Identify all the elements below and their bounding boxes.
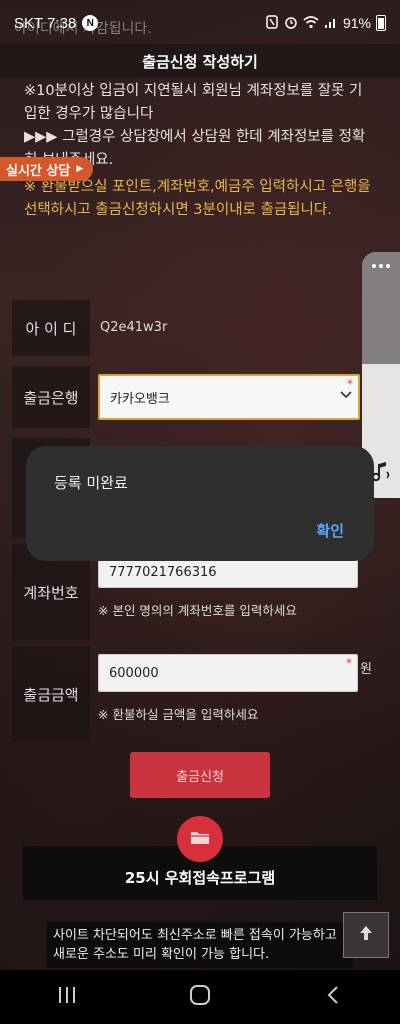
status-bar: SKT 7:38 N 91% [0,0,400,46]
battery-icon [376,15,386,31]
account-input-value: 7777021766316 [109,564,217,580]
notice-block: ※10분이상 입금이 지연될시 회원님 계좌정보를 잘못 기입한 경우가 많습니… [24,80,374,222]
dialog-confirm-button[interactable]: 확인 [316,520,344,541]
amount-label: 출금금액 [12,646,90,742]
wifi-icon [303,15,319,32]
notice-warning: ※ 환불받으실 포인트,계좌번호,예금주 입력하시고 은행을 선택하시고 출금신… [24,179,371,218]
dialog-message: 등록 미완료 [54,474,128,492]
withdraw-submit-button[interactable]: 출금신청 [130,752,270,798]
amount-input-value: 600000 [109,665,159,681]
folder-icon [190,829,210,849]
home-icon [189,984,211,1010]
live-chat-label: 실시간 상담 [6,163,71,179]
page-title: 출금신청 작성하기 [0,44,400,78]
arrow-up-icon [357,924,375,946]
recent-apps-icon [57,986,77,1008]
status-time: SKT 7:38 [14,14,77,32]
notification-n-icon: N [82,15,99,31]
program-description: 사이트 차단되어도 최신주소로 빠른 접속이 가능하고 새로운 주소도 미리 확… [47,922,353,968]
alarm-icon [284,15,298,32]
amount-unit: 원 [360,662,372,677]
alert-dialog: 등록 미완료 확인 [26,446,374,561]
recent-apps-button[interactable] [37,977,97,1017]
scroll-to-top-button[interactable] [343,912,389,958]
home-button[interactable] [170,977,230,1017]
account-hint: ※ 본인 명의의 계좌번호를 입력하세요 [98,603,297,618]
back-button[interactable] [303,977,363,1017]
folder-button[interactable] [177,816,223,862]
notice-line-1: ※10분이상 입금이 지연될시 회원님 계좌정보를 잘못 기입한 경우가 많습니… [24,83,363,122]
id-label: 아 이 디 [12,300,90,356]
side-panel-menu[interactable] [362,252,400,364]
signal-icon [324,15,338,32]
id-value: Q2e41w3r [100,320,168,335]
nfc-icon [265,14,279,32]
chevron-down-icon [340,388,352,402]
live-chat-arrow-icon: ▶ [76,164,84,174]
form-row-bank: 출금은행 카카오뱅크 * [12,366,386,428]
back-icon [326,985,340,1009]
system-nav-bar [0,970,400,1024]
amount-input[interactable]: 600000 * [98,654,358,692]
form-row-id: 아 이 디 Q2e41w3r [12,300,386,356]
bank-select[interactable]: 카카오뱅크 * [98,374,360,420]
form-row-amount: 출금금액 600000 * 원 ※ 환불하실 금액을 입력하세요 [12,646,386,742]
battery-text: 91% [342,15,371,31]
more-dots-icon [372,264,390,364]
amount-hint: ※ 환불하실 금액을 입력하세요 [98,707,259,722]
bank-select-value: 카카오뱅크 [110,391,170,407]
live-chat-button[interactable]: 실시간 상담 ▶ [0,157,94,181]
bank-label: 출금은행 [12,366,90,428]
amount-required-mark: * [346,656,352,670]
